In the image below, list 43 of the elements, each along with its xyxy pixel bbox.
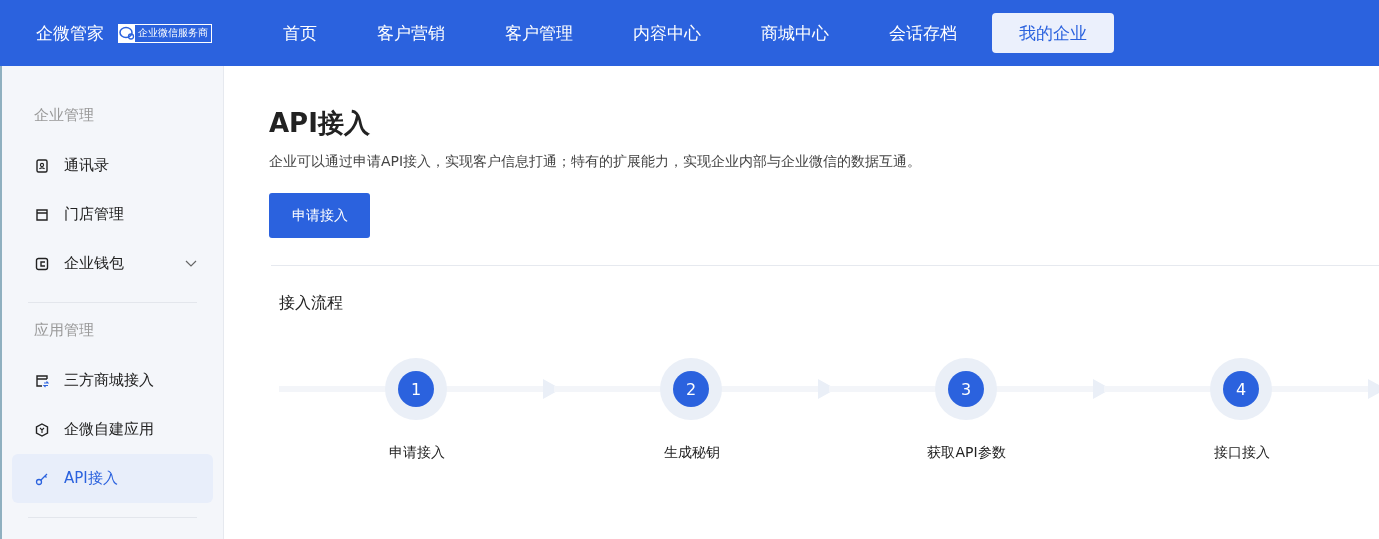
step-marker: 4 — [1210, 358, 1272, 420]
nav-tab[interactable]: 客户营销 — [352, 13, 470, 53]
sidebar-item[interactable]: 企业钱包 — [12, 239, 213, 288]
sidebar-item[interactable]: 通讯录 — [12, 141, 213, 190]
sidebar-item-label: 企微自建应用 — [64, 420, 155, 439]
sidebar-group-title: 企业管理 — [33, 106, 95, 126]
sidebar-item-label: API接入 — [64, 469, 119, 488]
key-icon — [35, 471, 49, 486]
page-description: 企业可以通过申请API接入，实现客户信息打通；特有的扩展能力，实现企业内部与企业微信的数据互通。 — [269, 153, 923, 171]
nav-tab[interactable]: 客户管理 — [480, 13, 598, 53]
sidebar-item[interactable]: 门店管理 — [12, 190, 213, 239]
step-marker: 2 — [660, 358, 722, 420]
nav-tab[interactable]: 商城中心 — [736, 13, 854, 53]
step-marker: 1 — [385, 358, 447, 420]
step-label: 申请接入 — [387, 444, 446, 462]
step-label: 获取API参数 — [926, 444, 1007, 462]
sidebar-item[interactable]: 三方商城接入 — [12, 356, 213, 405]
sidebar-item[interactable]: API接入 — [12, 454, 213, 503]
nav-tab[interactable]: 我的企业 — [992, 13, 1114, 53]
nav-tab[interactable]: 会话存档 — [864, 13, 982, 53]
sidebar-item-label: 企业钱包 — [64, 254, 125, 273]
page-title: API接入 — [269, 107, 371, 140]
service-badge: 企业微信服务商 — [118, 23, 212, 43]
sidebar-item[interactable]: 企微自建应用 — [12, 405, 213, 454]
step-label: 接口接入 — [1212, 444, 1271, 462]
sidebar-item-label: 门店管理 — [64, 205, 125, 224]
brand-name: 企微管家 — [36, 21, 104, 45]
chevron-icon[interactable] — [185, 259, 197, 268]
hexagon-icon — [35, 422, 49, 437]
store-icon — [35, 207, 49, 222]
step-label: 生成秘钥 — [662, 444, 721, 462]
contact-card-icon — [35, 158, 49, 173]
wallet-icon — [35, 256, 49, 271]
sidebar-group-title: 应用管理 — [33, 321, 95, 341]
store-exchange-icon — [35, 373, 49, 388]
section-title: 接入流程 — [279, 293, 344, 314]
nav-tab[interactable]: 首页 — [258, 13, 342, 53]
sidebar-item-label: 三方商城接入 — [64, 371, 155, 390]
chat-bubbles-icon — [119, 24, 135, 42]
sidebar-item-label: 通讯录 — [64, 156, 110, 175]
nav-tab[interactable]: 内容中心 — [608, 13, 726, 53]
apply-button[interactable]: 申请接入 — [269, 193, 370, 238]
step-marker: 3 — [935, 358, 997, 420]
